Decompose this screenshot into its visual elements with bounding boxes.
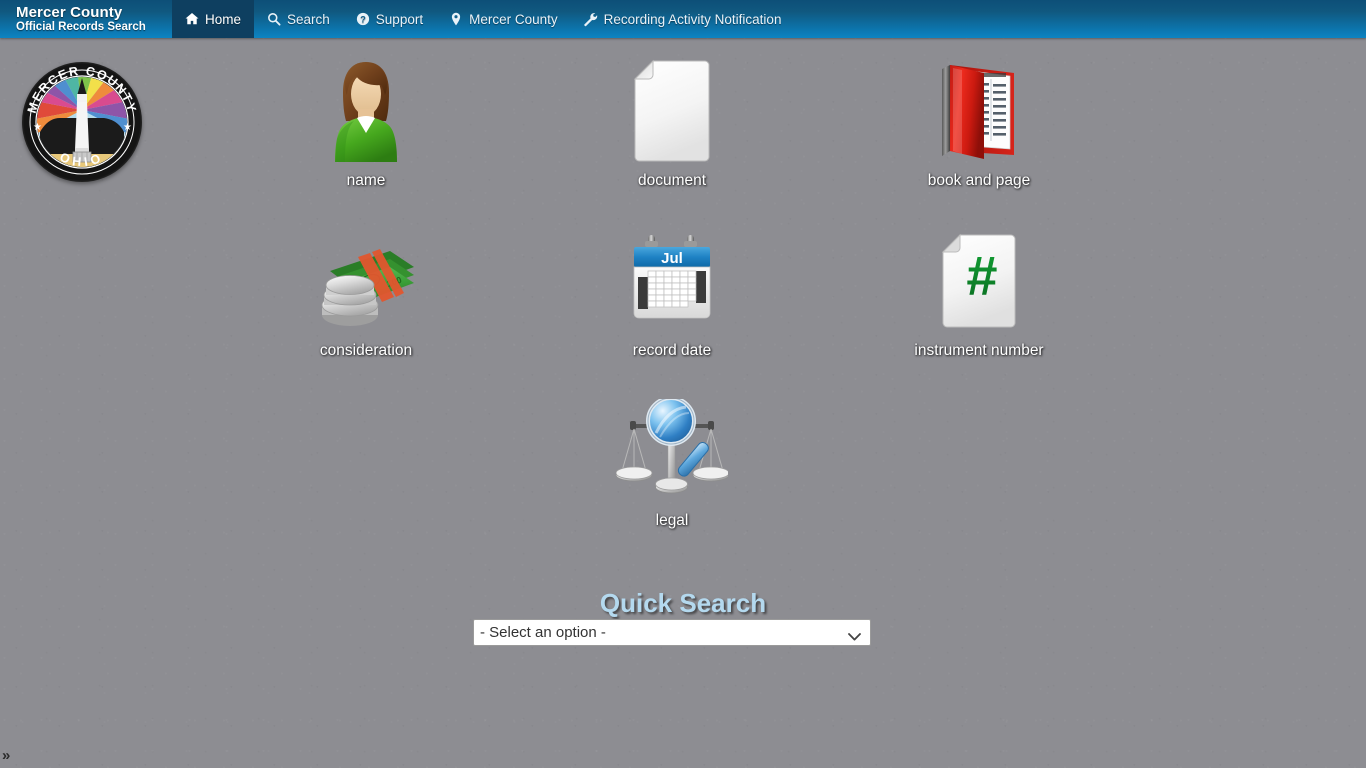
- nav-item-mercer-county[interactable]: Mercer County: [436, 0, 571, 38]
- person-icon: [266, 56, 466, 166]
- scales-magnifier-icon: [572, 396, 772, 506]
- calendar-icon: Jul: [572, 226, 772, 336]
- quick-search-select[interactable]: - Select an option -: [473, 619, 871, 646]
- nav-item-recording-activity-notification[interactable]: Recording Activity Notification: [571, 0, 795, 38]
- home-icon: [185, 12, 199, 26]
- tile-label-document: document: [637, 172, 707, 189]
- nav-label-search: Search: [287, 11, 330, 27]
- quick-search-title: Quick Search: [599, 588, 767, 618]
- nav-label-recording: Recording Activity Notification: [603, 11, 782, 27]
- money-icon: 100: [266, 226, 466, 336]
- tile-label-legal: legal: [655, 512, 689, 529]
- red-book-icon: [879, 56, 1079, 166]
- tile-instrument-number[interactable]: # instrument number: [879, 226, 1079, 360]
- hash-page-icon: #: [879, 226, 1079, 336]
- brand-subtitle: Official Records Search: [16, 21, 146, 34]
- top-navbar: Mercer County Official Records Search Ho…: [0, 0, 1366, 38]
- document-icon: [572, 56, 772, 166]
- brand-title: Mercer County: [16, 3, 123, 21]
- quick-search-select-wrapper: - Select an option -: [473, 619, 871, 646]
- tile-name[interactable]: name: [266, 56, 466, 190]
- seal-graphic: MERCER COUNTY OHIO ★ ★: [24, 64, 140, 180]
- nav-label-support: Support: [375, 11, 424, 27]
- search-icon: [267, 12, 281, 26]
- wrench-icon: [583, 12, 598, 26]
- tile-label-book-and-page: book and page: [927, 172, 1031, 189]
- nav-item-search[interactable]: Search: [254, 0, 343, 38]
- nav-label-mercer-county: Mercer County: [469, 11, 558, 27]
- nav-item-support[interactable]: ? Support: [343, 0, 436, 38]
- nav-item-home[interactable]: Home: [172, 0, 255, 38]
- tile-label-instrument-number: instrument number: [914, 342, 1044, 359]
- brand[interactable]: Mercer County Official Records Search: [0, 0, 172, 38]
- seal-star-left: ★: [33, 122, 42, 133]
- tile-consideration[interactable]: 100 consideration: [266, 226, 466, 360]
- seal-star-right: ★: [123, 122, 132, 133]
- tile-book-and-page[interactable]: book and page: [879, 56, 1079, 190]
- tile-record-date[interactable]: Jul record date: [572, 226, 772, 360]
- calendar-month-label: Jul: [661, 250, 683, 267]
- tile-document[interactable]: document: [572, 56, 772, 190]
- tile-label-consideration: consideration: [319, 342, 413, 359]
- nav-label-home: Home: [205, 11, 242, 27]
- nav-items: Home Search ? Support Mercer County Reco…: [172, 0, 794, 38]
- svg-text:#: #: [966, 244, 997, 307]
- map-marker-icon: [449, 12, 463, 26]
- tile-legal[interactable]: legal: [572, 396, 772, 530]
- tile-label-name: name: [346, 172, 386, 189]
- tile-label-record-date: record date: [632, 342, 712, 359]
- svg-text:?: ?: [360, 15, 366, 25]
- help-circle-icon: ?: [356, 12, 370, 26]
- expand-sidebar-chevron[interactable]: »: [2, 748, 10, 763]
- county-seal: MERCER COUNTY OHIO ★ ★: [22, 62, 142, 182]
